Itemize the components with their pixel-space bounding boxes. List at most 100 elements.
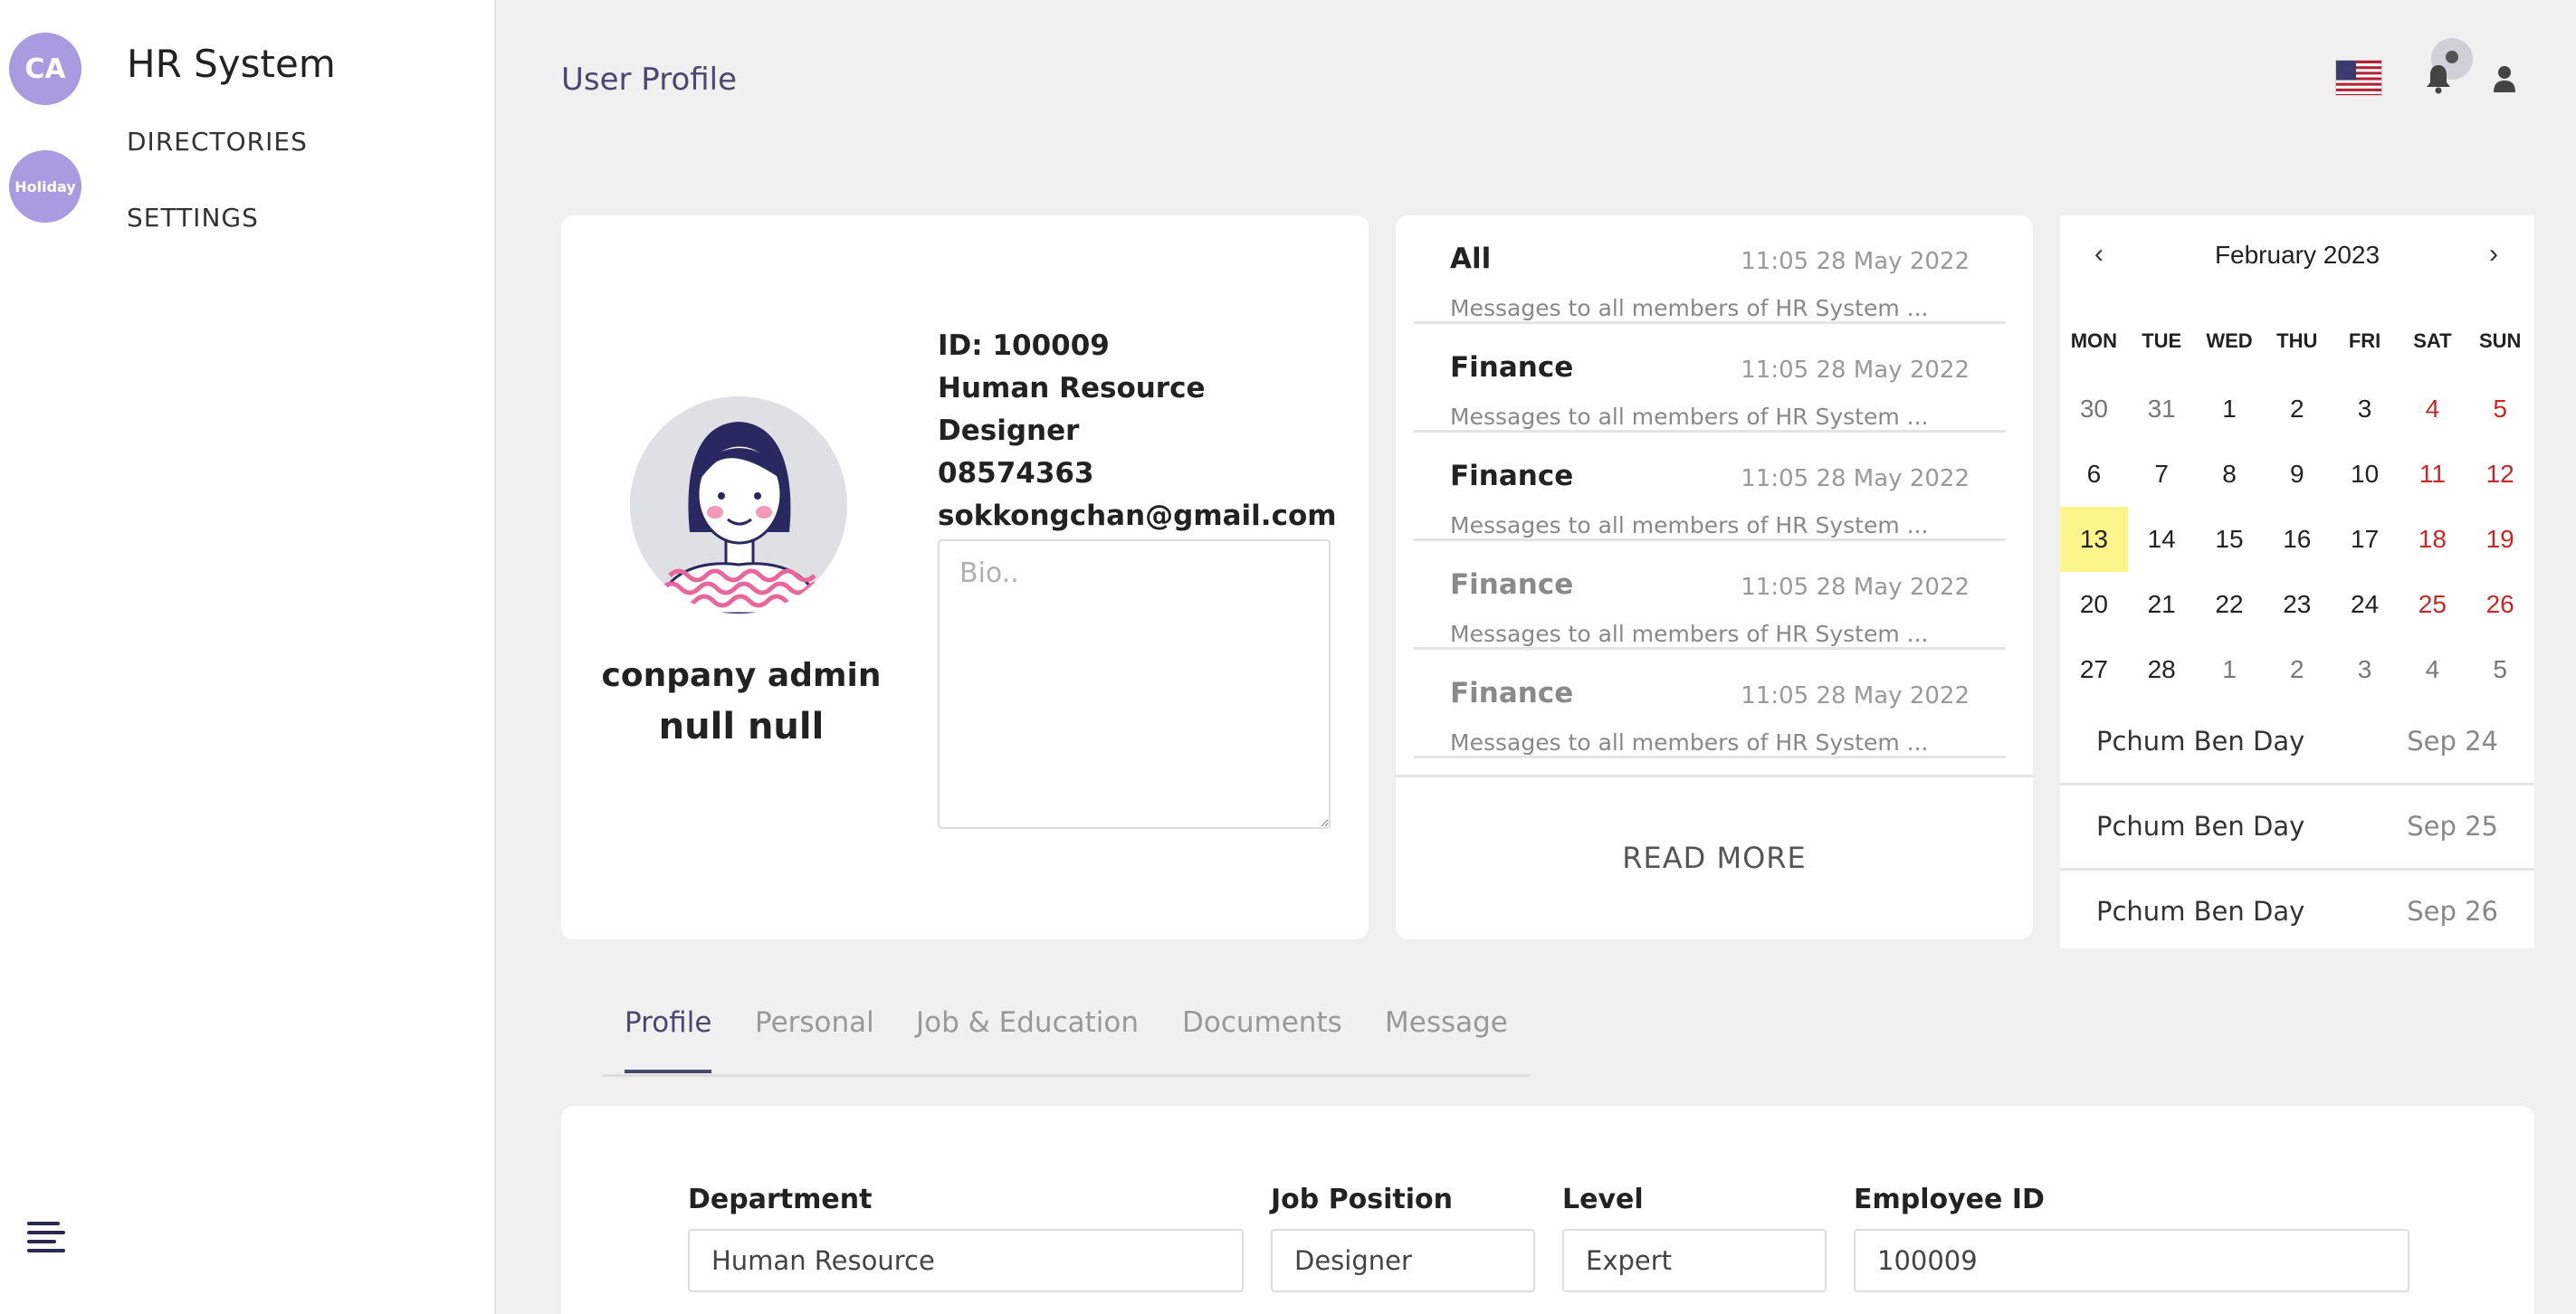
department-label: Department [688,1184,873,1215]
tab-documents[interactable]: Documents [1182,1006,1342,1070]
department-field[interactable]: Human Resource [688,1229,1244,1292]
calendar-day[interactable]: 13 [2060,507,2128,572]
message-time: 11:05 28 May 2022 [1741,357,1970,384]
calendar-day[interactable]: 9 [2263,442,2331,507]
message-title: Finance [1450,568,1574,601]
weekday-label: WED [2206,329,2253,352]
user-icon[interactable] [2493,65,2516,92]
bio-textarea[interactable] [938,539,1331,829]
holiday-date: Sep 24 [2407,726,2498,757]
profile-email: sokkongchan@gmail.com [938,500,1337,532]
profile-name-line1: conpany admin [601,657,882,694]
calendar-month: February 2023 [2214,241,2380,269]
holiday-item[interactable]: Pchum Ben Day Sep 24 [2060,700,2534,786]
calendar-day[interactable]: 17 [2331,507,2399,572]
calendar-day[interactable]: 5 [2466,637,2534,702]
holiday-badge[interactable]: Holiday [9,150,81,223]
employee-id-label: Employee ID [1854,1184,2045,1215]
message-item[interactable]: Finance 11:05 28 May 2022 Messages to al… [1414,433,2006,541]
app-title: HR System [127,42,336,86]
nav-settings[interactable]: SETTINGS [127,203,259,233]
profile-department: Human Resource [938,372,1206,405]
holiday-name: Pchum Ben Day [2096,726,2305,757]
message-body: Messages to all members of HR System ... [1450,404,1929,430]
weekday-label: SAT [2413,329,2452,352]
calendar-day[interactable]: 19 [2466,507,2534,572]
calendar-day[interactable]: 20 [2060,572,2128,637]
profile-tabs: Profile Personal Job & Education Documen… [603,994,1530,1077]
calendar-day[interactable]: 12 [2466,442,2534,507]
message-time: 11:05 28 May 2022 [1741,682,1970,709]
message-item[interactable]: Finance 11:05 28 May 2022 Messages to al… [1414,324,2006,433]
message-body: Messages to all members of HR System ... [1450,621,1929,647]
read-more-button[interactable]: READ MORE [1396,775,2033,875]
calendar-week: 30 31 1 2 3 4 5 [2060,376,2534,442]
calendar-day[interactable]: 4 [2399,637,2466,702]
calendar-day[interactable]: 2 [2263,376,2331,442]
tab-profile[interactable]: Profile [625,1006,712,1073]
calendar-day[interactable]: 3 [2331,637,2399,702]
calendar-day[interactable]: 18 [2399,507,2466,572]
job-form-card: Department Human Resource Job Position D… [561,1106,2534,1314]
holiday-item[interactable]: Pchum Ben Day Sep 25 [2060,786,2534,871]
calendar-grid: MON TUE WED THU FRI SAT SUN 30 31 1 2 3 4 5 6 7 8 9 10 11 1… [2060,329,2534,702]
calendar-day[interactable]: 27 [2060,637,2128,702]
tab-message[interactable]: Message [1385,1006,1508,1070]
profile-card: conpany admin null null ID: 100009 Human… [561,215,1369,939]
calendar-day[interactable]: 7 [2128,442,2196,507]
nav-directories[interactable]: DIRECTORIES [127,127,308,157]
menu-toggle-icon[interactable] [27,1222,65,1252]
calendar-next-button[interactable]: › [2489,239,2498,270]
message-item[interactable]: All 11:05 28 May 2022 Messages to all me… [1414,215,2006,324]
calendar-day[interactable]: 30 [2060,376,2128,442]
holiday-item[interactable]: Pchum Ben Day Sep 26 [2060,871,2534,956]
messages-card: All 11:05 28 May 2022 Messages to all me… [1396,215,2033,939]
calendar-day[interactable]: 25 [2399,572,2466,637]
calendar-day[interactable]: 26 [2466,572,2534,637]
holiday-date: Sep 25 [2407,811,2498,842]
sidebar: CA Holiday HR System DIRECTORIES SETTING… [0,0,496,1314]
calendar-days: 30 31 1 2 3 4 5 6 7 8 9 10 11 12 13 14 15 16 17 18 19 20 21 22 2… [2060,376,2534,702]
calendar-day[interactable]: 1 [2196,637,2264,702]
calendar-day[interactable]: 8 [2196,442,2264,507]
us-flag-icon[interactable] [2335,60,2382,96]
calendar-day[interactable]: 21 [2128,572,2196,637]
weekday-label: MON [2070,329,2118,352]
calendar-day[interactable]: 5 [2466,376,2534,442]
calendar-day[interactable]: 3 [2331,376,2399,442]
message-title: Finance [1450,351,1574,384]
calendar-day[interactable]: 16 [2263,507,2331,572]
profile-position: Designer [938,414,1080,447]
holiday-name: Pchum Ben Day [2096,896,2305,927]
message-item[interactable]: Finance 11:05 28 May 2022 Messages to al… [1414,541,2006,650]
employee-id-field[interactable]: 100009 [1854,1229,2409,1292]
calendar-day[interactable]: 4 [2399,376,2466,442]
calendar-day[interactable]: 24 [2331,572,2399,637]
weekday-label: TUE [2142,329,2182,352]
calendar-day[interactable]: 11 [2399,442,2466,507]
calendar-week: 6 7 8 9 10 11 12 [2060,442,2534,507]
bell-icon[interactable] [2426,63,2451,94]
calendar-day[interactable]: 28 [2128,637,2196,702]
level-field[interactable]: Expert [1562,1229,1827,1292]
calendar-day[interactable]: 6 [2060,442,2128,507]
calendar-day[interactable]: 2 [2263,637,2331,702]
user-avatar[interactable]: CA [9,33,81,105]
calendar-day[interactable]: 31 [2128,376,2196,442]
calendar-day[interactable]: 22 [2196,572,2264,637]
calendar-day[interactable]: 23 [2263,572,2331,637]
tab-personal[interactable]: Personal [755,1006,874,1070]
calendar-day[interactable]: 10 [2331,442,2399,507]
profile-avatar [630,396,847,614]
profile-id: ID: 100009 [938,329,1110,362]
job-position-label: Job Position [1271,1184,1454,1215]
calendar-weekdays: MON TUE WED THU FRI SAT SUN [2060,329,2534,376]
job-position-field[interactable]: Designer [1271,1229,1535,1292]
calendar-day[interactable]: 15 [2196,507,2264,572]
calendar-day[interactable]: 14 [2128,507,2196,572]
weekday-label: FRI [2348,329,2381,352]
calendar-week: 20 21 22 23 24 25 26 [2060,572,2534,637]
tab-job-education[interactable]: Job & Education [916,1006,1139,1070]
message-item[interactable]: Finance 11:05 28 May 2022 Messages to al… [1414,650,2006,758]
calendar-day[interactable]: 1 [2196,376,2264,442]
